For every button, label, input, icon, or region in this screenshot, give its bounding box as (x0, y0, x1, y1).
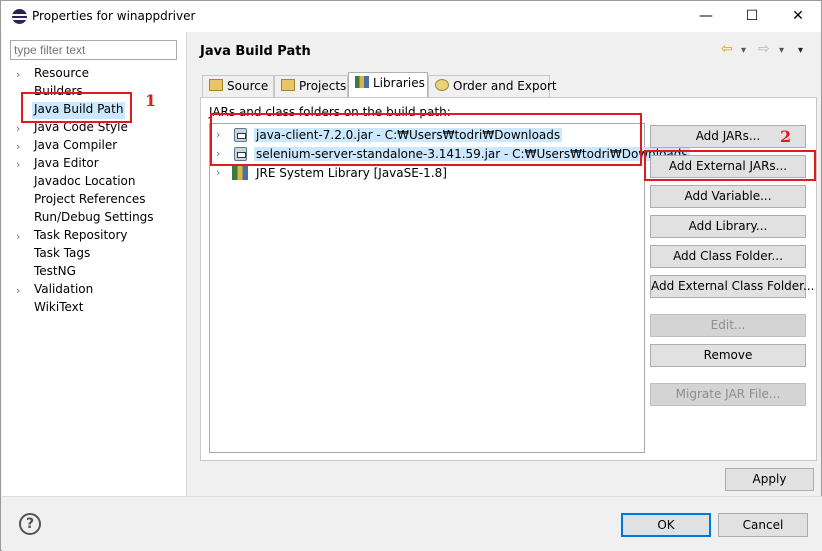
page-title: Java Build Path (200, 44, 311, 59)
tab-source[interactable]: Source (202, 75, 274, 97)
source-folder-icon (209, 79, 223, 91)
view-menu-icon[interactable]: ▾ (798, 45, 803, 56)
nav-item-run-debug-settings[interactable]: Run/Debug Settings (34, 210, 154, 227)
expand-arrow-icon[interactable]: › (16, 156, 26, 173)
annotation-number-2: 2 (780, 127, 792, 146)
expand-arrow-icon[interactable]: › (16, 282, 26, 299)
library-icon (232, 166, 248, 180)
add-class-folder-button[interactable]: Add Class Folder... (650, 245, 806, 268)
close-button[interactable]: ✕ (775, 1, 821, 32)
libraries-icon (355, 76, 369, 88)
tree-row-jre-system-library[interactable]: › JRE System Library [JavaSE-1.8] (210, 164, 644, 183)
expand-arrow-icon[interactable]: › (16, 228, 26, 245)
tab-projects[interactable]: Projects (274, 75, 348, 97)
maximize-button[interactable]: ☐ (729, 1, 775, 32)
minimize-button[interactable]: — (683, 1, 729, 32)
remove-button[interactable]: Remove (650, 344, 806, 367)
annotation-box-1 (21, 92, 132, 123)
tab-libraries[interactable]: Libraries (348, 72, 428, 97)
annotation-number-1: 1 (145, 91, 157, 110)
nav-item-javadoc-location[interactable]: Javadoc Location (34, 174, 135, 191)
properties-dialog: Properties for winappdriver — ☐ ✕ › Reso… (0, 0, 822, 551)
back-menu-icon[interactable]: ▾ (741, 45, 746, 56)
nav-item-project-references[interactable]: Project References (34, 192, 146, 209)
nav-item-resource[interactable]: Resource (34, 66, 89, 83)
add-variable-button[interactable]: Add Variable... (650, 185, 806, 208)
build-path-tree[interactable]: › java-client-7.2.0.jar - C:₩Users₩todri… (209, 123, 690, 453)
eclipse-icon (12, 9, 27, 24)
annotation-box-jars (210, 113, 642, 166)
nav-item-java-editor[interactable]: Java Editor (34, 156, 99, 173)
migrate-jar-button[interactable]: Migrate JAR File... (650, 383, 806, 406)
forward-menu-icon[interactable]: ▾ (779, 45, 784, 56)
dialog-button-bar: ? OK Cancel (2, 496, 822, 551)
title-bar: Properties for winappdriver — ☐ ✕ (1, 1, 821, 32)
filter-input[interactable] (10, 40, 177, 60)
forward-arrow-icon[interactable]: ⇨ (758, 41, 770, 57)
edit-button[interactable]: Edit... (650, 314, 806, 337)
projects-folder-icon (281, 79, 295, 91)
apply-button[interactable]: Apply (725, 468, 814, 491)
expand-arrow-icon[interactable]: › (16, 66, 26, 83)
nav-item-task-tags[interactable]: Task Tags (34, 246, 90, 263)
back-arrow-icon[interactable]: ⇦ (721, 41, 733, 57)
help-icon[interactable]: ? (19, 513, 41, 535)
nav-item-task-repository[interactable]: Task Repository (34, 228, 128, 245)
nav-item-java-compiler[interactable]: Java Compiler (34, 138, 117, 155)
ok-button[interactable]: OK (621, 513, 711, 537)
nav-item-validation[interactable]: Validation (34, 282, 93, 299)
add-external-class-folder-button[interactable]: Add External Class Folder... (650, 275, 814, 298)
annotation-box-2 (644, 150, 816, 181)
order-export-icon (435, 79, 449, 91)
add-library-button[interactable]: Add Library... (650, 215, 806, 238)
nav-item-wikitext[interactable]: WikiText (34, 300, 84, 317)
window-title: Properties for winappdriver (32, 9, 196, 23)
expand-arrow-icon[interactable]: › (16, 138, 26, 155)
tab-order-and-export[interactable]: Order and Export (428, 75, 557, 97)
cancel-button[interactable]: Cancel (718, 513, 808, 537)
expand-arrow-icon[interactable]: › (216, 166, 220, 179)
nav-item-testng[interactable]: TestNG (34, 264, 76, 281)
